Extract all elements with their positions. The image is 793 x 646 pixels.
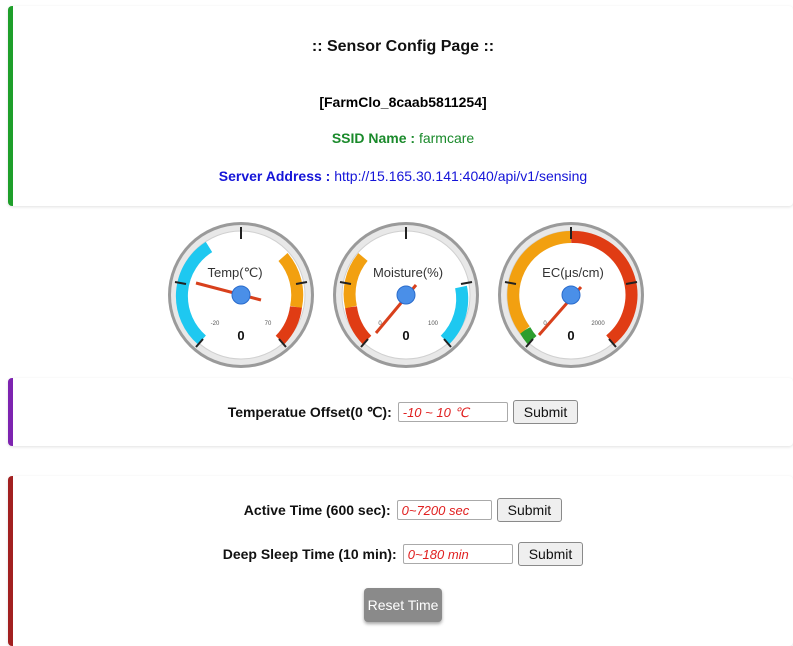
gauge-moisture-label: Moisture(%) bbox=[373, 265, 443, 280]
active-time-row: Active Time (600 sec): Submit bbox=[13, 498, 793, 522]
gauge-temp-min: -20 bbox=[211, 321, 220, 327]
sleep-time-row: Deep Sleep Time (10 min): Submit bbox=[13, 542, 793, 566]
server-line: Server Address : http://15.165.30.141:40… bbox=[13, 168, 793, 184]
gauge-temp-label: Temp(℃) bbox=[207, 265, 262, 280]
gauge-moisture-max: 100 bbox=[428, 321, 439, 327]
sleep-time-input[interactable] bbox=[402, 544, 513, 564]
gauge-ec-max: 2000 bbox=[591, 321, 605, 327]
offset-row: Temperatue Offset(0 ℃): Submit bbox=[13, 400, 793, 424]
ssid-line: SSID Name : farmcare bbox=[13, 130, 793, 146]
page-title: :: Sensor Config Page :: bbox=[311, 38, 495, 55]
sleep-time-submit-button[interactable]: Submit bbox=[517, 542, 584, 566]
info-card: :: Sensor Config Page :: [FarmClo_8caab5… bbox=[8, 6, 793, 206]
offset-card: Temperatue Offset(0 ℃): Submit bbox=[8, 378, 793, 446]
gauge-temp-max: 70 bbox=[265, 321, 272, 327]
active-time-label: Active Time (600 sec): bbox=[243, 502, 391, 518]
ssid-value: farmcare bbox=[418, 130, 475, 146]
active-time-submit-button[interactable]: Submit bbox=[496, 498, 563, 522]
gauge-temp: Temp(℃) -20 70 0 bbox=[168, 222, 314, 368]
gauge-temp-value: 0 bbox=[237, 328, 244, 343]
offset-submit-button[interactable]: Submit bbox=[512, 400, 579, 424]
device-id: [FarmClo_8caab5811254] bbox=[319, 94, 487, 110]
sleep-time-label: Deep Sleep Time (10 min): bbox=[222, 546, 397, 562]
offset-input[interactable] bbox=[397, 402, 508, 422]
gauge-ec: EC(μs/cm) 0 2000 0 bbox=[498, 222, 644, 368]
offset-label: Temperatue Offset(0 ℃): bbox=[227, 403, 392, 420]
active-time-input[interactable] bbox=[396, 500, 492, 520]
time-card: Active Time (600 sec): Submit Deep Sleep… bbox=[8, 476, 793, 646]
server-value: http://15.165.30.141:4040/api/v1/sensing bbox=[334, 168, 588, 184]
gauge-ec-value: 0 bbox=[567, 328, 574, 343]
server-label: Server Address : bbox=[218, 168, 331, 184]
reset-time-button[interactable]: Reset Time bbox=[363, 588, 443, 622]
gauge-moisture: Moisture(%) 0 100 0 bbox=[333, 222, 479, 368]
ssid-label: SSID Name : bbox=[331, 130, 416, 146]
gauge-ec-label: EC(μs/cm) bbox=[542, 265, 604, 280]
gauges-panel: Temp(℃) -20 70 0 Moisture(%) 0 100 0 EC(… bbox=[168, 222, 644, 368]
reset-row: Reset Time bbox=[13, 588, 793, 622]
gauge-moisture-value: 0 bbox=[402, 328, 409, 343]
